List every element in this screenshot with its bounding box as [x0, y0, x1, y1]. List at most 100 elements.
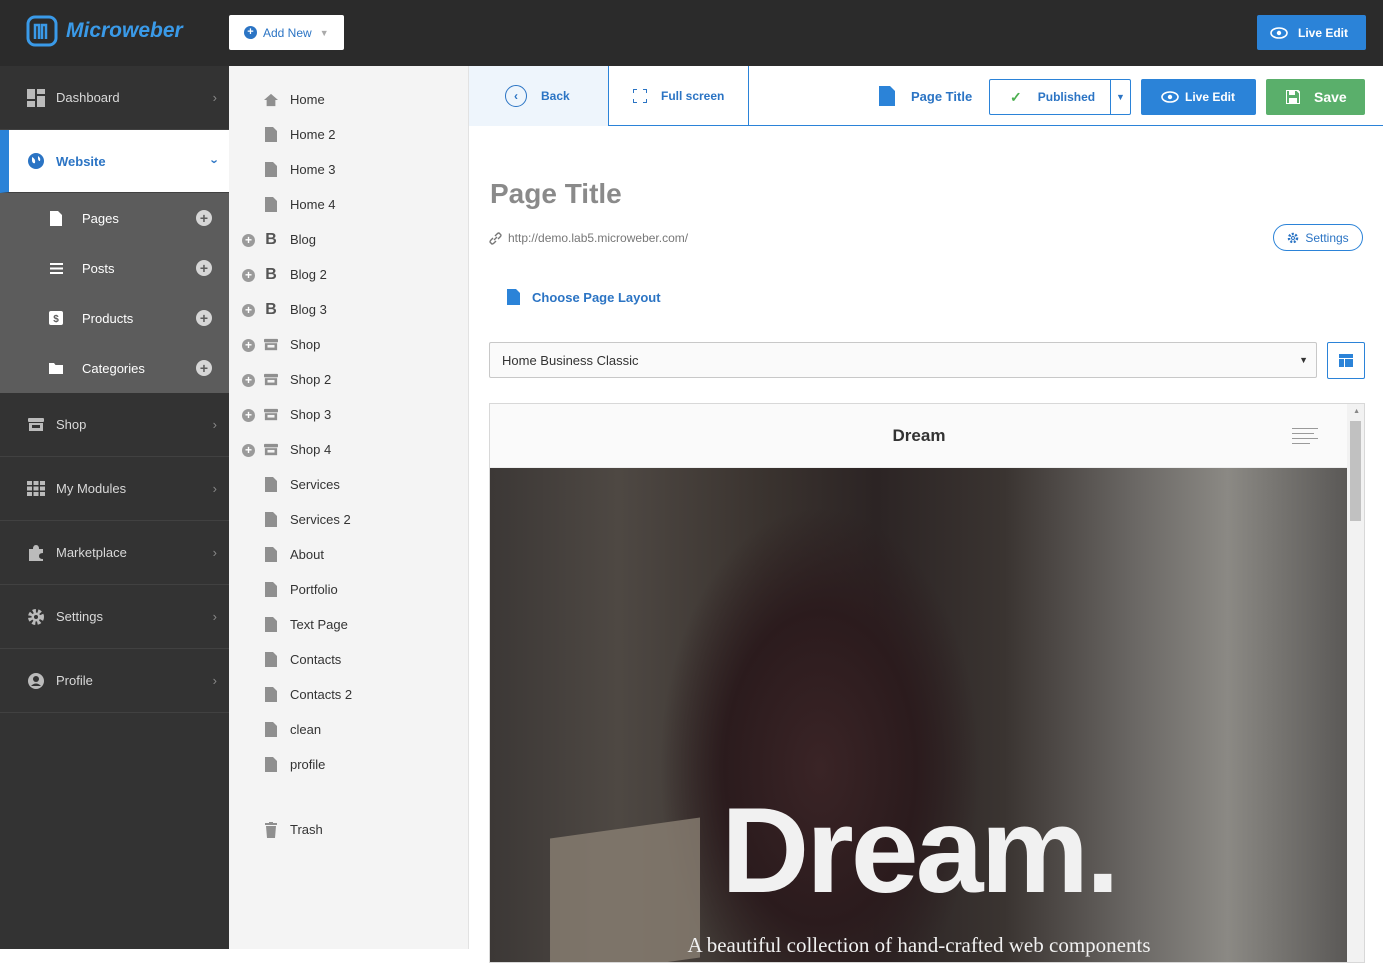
add-page-icon[interactable]: +: [196, 210, 212, 226]
chevron-down-icon[interactable]: ▼: [1110, 80, 1130, 114]
tree-item-label: Shop 2: [290, 372, 332, 387]
sidebar-item-label: Dashboard: [56, 90, 120, 105]
live-edit-button[interactable]: Live Edit: [1141, 79, 1256, 115]
layout-preview-button[interactable]: [1327, 342, 1365, 379]
live-edit-top-button[interactable]: Live Edit: [1257, 15, 1366, 50]
published-dropdown[interactable]: ✓ Published ▼: [989, 79, 1131, 115]
add-category-icon[interactable]: +: [196, 360, 212, 376]
eye-icon: [1270, 26, 1288, 39]
chevron-right-icon: ›: [212, 481, 217, 496]
page-icon: [264, 582, 278, 598]
folder-icon: [48, 362, 64, 374]
chevron-right-icon: ›: [212, 90, 217, 105]
expand-icon[interactable]: +: [242, 304, 255, 317]
tree-item-trash[interactable]: Trash: [229, 812, 468, 847]
hero-title: Dream.: [721, 782, 1120, 918]
sidebar-item-website[interactable]: Website ›: [0, 130, 229, 193]
tree-item[interactable]: About: [229, 537, 468, 572]
sidebar-item-my-modules[interactable]: My Modules ›: [0, 457, 229, 521]
gear-icon: [26, 608, 46, 626]
sidebar-item-dashboard[interactable]: Dashboard ›: [0, 66, 229, 130]
sidebar-item-shop[interactable]: Shop ›: [0, 393, 229, 457]
expand-icon[interactable]: +: [242, 374, 255, 387]
page-icon: [264, 617, 278, 633]
add-product-icon[interactable]: +: [196, 310, 212, 326]
full-screen-button[interactable]: Full screen: [609, 66, 749, 126]
page-url[interactable]: http://demo.lab5.microweber.com/: [489, 231, 688, 245]
choose-layout-link[interactable]: Choose Page Layout: [507, 289, 661, 305]
tree-item[interactable]: profile: [229, 747, 468, 782]
plus-icon: +: [244, 26, 257, 39]
tree-item[interactable]: Home 3: [229, 152, 468, 187]
tree-item[interactable]: clean: [229, 712, 468, 747]
subnav-item-posts[interactable]: Posts +: [0, 243, 229, 293]
tree-item[interactable]: + Shop 4: [229, 432, 468, 467]
tree-item[interactable]: Contacts 2: [229, 677, 468, 712]
back-label: Back: [541, 89, 570, 103]
page-icon: [264, 197, 278, 213]
tree-item[interactable]: + B Blog: [229, 222, 468, 257]
tree-item[interactable]: Services 2: [229, 502, 468, 537]
settings-button[interactable]: Settings: [1273, 224, 1363, 251]
tree-item[interactable]: Home 2: [229, 117, 468, 152]
add-new-button[interactable]: + Add New ▼: [229, 15, 344, 50]
full-screen-label: Full screen: [661, 89, 725, 103]
page-icon: [507, 289, 520, 305]
tree-item[interactable]: + B Blog 3: [229, 292, 468, 327]
save-button[interactable]: Save: [1266, 79, 1365, 115]
tree-item[interactable]: + Shop 2: [229, 362, 468, 397]
layout-preview[interactable]: Dream Dream. A beautiful collection of h…: [489, 403, 1365, 963]
settings-label: Settings: [1305, 230, 1349, 245]
expand-icon[interactable]: +: [242, 409, 255, 422]
grid-icon: [26, 480, 46, 498]
expand-icon[interactable]: +: [242, 234, 255, 247]
scroll-thumb[interactable]: [1350, 421, 1361, 521]
tree-item[interactable]: + Shop 3: [229, 397, 468, 432]
expand-icon[interactable]: +: [242, 339, 255, 352]
store-icon: [26, 416, 46, 434]
tree-item-label: clean: [290, 722, 322, 737]
store-icon: [264, 407, 278, 423]
tree-item[interactable]: Text Page: [229, 607, 468, 642]
svg-text:$: $: [53, 314, 59, 325]
tree-item-label: Blog 3: [290, 302, 327, 317]
tree-item[interactable]: Services: [229, 467, 468, 502]
page-icon: [264, 652, 278, 668]
chevron-down-icon: ▼: [319, 27, 329, 38]
choose-layout-label: Choose Page Layout: [532, 289, 661, 305]
sidebar-item-profile[interactable]: Profile ›: [0, 649, 229, 713]
scroll-up-icon[interactable]: ▲: [1353, 408, 1360, 415]
tree-item[interactable]: Home 4: [229, 187, 468, 222]
tree-item-label: Text Page: [290, 617, 348, 632]
layout-select[interactable]: Home Business Classic ▼: [489, 342, 1317, 378]
sidebar-item-label: Profile: [56, 673, 93, 688]
tree-item[interactable]: Portfolio: [229, 572, 468, 607]
preview-scrollbar[interactable]: ▲: [1347, 404, 1364, 962]
tree-item-label: Contacts 2: [290, 687, 353, 702]
tree-item-label: Blog 2: [290, 267, 327, 282]
page-icon: [264, 127, 278, 143]
tree-item[interactable]: + Shop: [229, 327, 468, 362]
sidebar-item-settings[interactable]: Settings ›: [0, 585, 229, 649]
back-button[interactable]: ‹ Back: [469, 66, 609, 126]
tree-item[interactable]: Contacts: [229, 642, 468, 677]
subnav-item-products[interactable]: $ Products +: [0, 293, 229, 343]
tree-item[interactable]: Home: [229, 82, 468, 117]
sidebar-item-marketplace[interactable]: Marketplace ›: [0, 521, 229, 585]
brand-logo[interactable]: Microweber: [26, 15, 183, 47]
expand-icon[interactable]: +: [242, 444, 255, 457]
hero-subtitle: A beautiful collection of hand-crafted w…: [687, 933, 1151, 957]
subnav-item-label: Products: [82, 310, 134, 326]
subnav-item-categories[interactable]: Categories +: [0, 343, 229, 393]
tree-item-label: Services: [290, 477, 340, 492]
add-post-icon[interactable]: +: [196, 260, 212, 276]
page-title-input[interactable]: Page Title: [490, 178, 622, 210]
layout-select-value: Home Business Classic: [502, 352, 639, 368]
store-icon: [264, 372, 278, 388]
page-icon: [264, 512, 278, 528]
tree-item[interactable]: + B Blog 2: [229, 257, 468, 292]
home-icon: [264, 92, 278, 108]
subnav-item-pages[interactable]: Pages +: [0, 193, 229, 243]
preview-hero-image: Dream. A beautiful collection of hand-cr…: [490, 468, 1348, 962]
expand-icon[interactable]: +: [242, 269, 255, 282]
